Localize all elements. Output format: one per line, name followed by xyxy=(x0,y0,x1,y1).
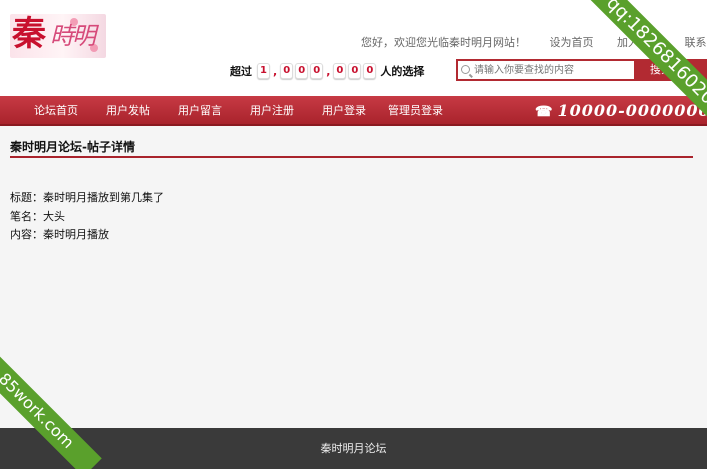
post-title-row: 标题：秦时明月播放到第几集了 xyxy=(10,189,164,205)
post-author-row: 笔名：大头 xyxy=(10,208,65,224)
search-box xyxy=(456,59,636,81)
post-title-label: 标题： xyxy=(10,191,43,204)
counter-prefix: 超过 xyxy=(230,65,252,78)
footer-text: 秦时明月论坛 xyxy=(320,442,387,455)
page-title: 秦时明月论坛-帖子详情 xyxy=(10,138,693,158)
site-logo[interactable]: 秦 時明月 xyxy=(10,14,106,58)
search-input[interactable] xyxy=(474,62,632,78)
nav-item-admin-login[interactable]: 管理员登录 xyxy=(388,96,443,126)
counter-digit: 1 xyxy=(257,63,270,79)
counter-digit: 0 xyxy=(280,63,294,79)
site-footer: 秦时明月论坛 xyxy=(0,428,707,469)
main-nav: 论坛首页 用户发帖 用户留言 用户注册 用户登录 管理员登录 ☎ 10000-00… xyxy=(0,96,707,126)
site-header: 秦 時明月 您好，欢迎您光临秦时明月网站！ 设为首页 加入收藏 联系我们 超过 … xyxy=(0,0,707,96)
post-author-value: 大头 xyxy=(43,210,65,223)
nav-item-login[interactable]: 用户登录 xyxy=(322,96,366,126)
set-home-link[interactable]: 设为首页 xyxy=(550,36,594,49)
search-icon xyxy=(461,65,470,74)
visitor-counter: 超过 1 , 0 0 0 , 0 0 0 人的选择 xyxy=(230,63,425,79)
hotline-number: 10000-0000000 xyxy=(557,101,707,120)
counter-digit: 0 xyxy=(333,63,347,79)
counter-suffix: 人的选择 xyxy=(380,65,425,78)
post-title-value: 秦时明月播放到第几集了 xyxy=(43,191,164,204)
welcome-text: 您好，欢迎您光临秦时明月网站！ xyxy=(361,36,526,49)
nav-item-forum-home[interactable]: 论坛首页 xyxy=(34,96,78,126)
counter-digit: 0 xyxy=(348,63,362,79)
nav-item-register[interactable]: 用户注册 xyxy=(250,96,294,126)
post-author-label: 笔名： xyxy=(10,210,43,223)
logo-char: 秦 xyxy=(12,14,46,54)
hotline: ☎ 10000-0000000 xyxy=(535,96,707,126)
logo-text: 時明月 xyxy=(50,22,96,50)
nav-item-new-post[interactable]: 用户发帖 xyxy=(106,96,150,126)
counter-digit: 0 xyxy=(310,63,324,79)
post-content-row: 内容：秦时明月播放 xyxy=(10,226,109,242)
nav-item-message[interactable]: 用户留言 xyxy=(178,96,222,126)
post-content-label: 内容： xyxy=(10,228,43,241)
phone-icon: ☎ xyxy=(535,104,554,120)
post-content-value: 秦时明月播放 xyxy=(43,228,109,241)
contact-link[interactable]: 联系我们 xyxy=(685,36,707,49)
counter-digit: 0 xyxy=(295,63,309,79)
counter-digit: 0 xyxy=(363,63,377,79)
